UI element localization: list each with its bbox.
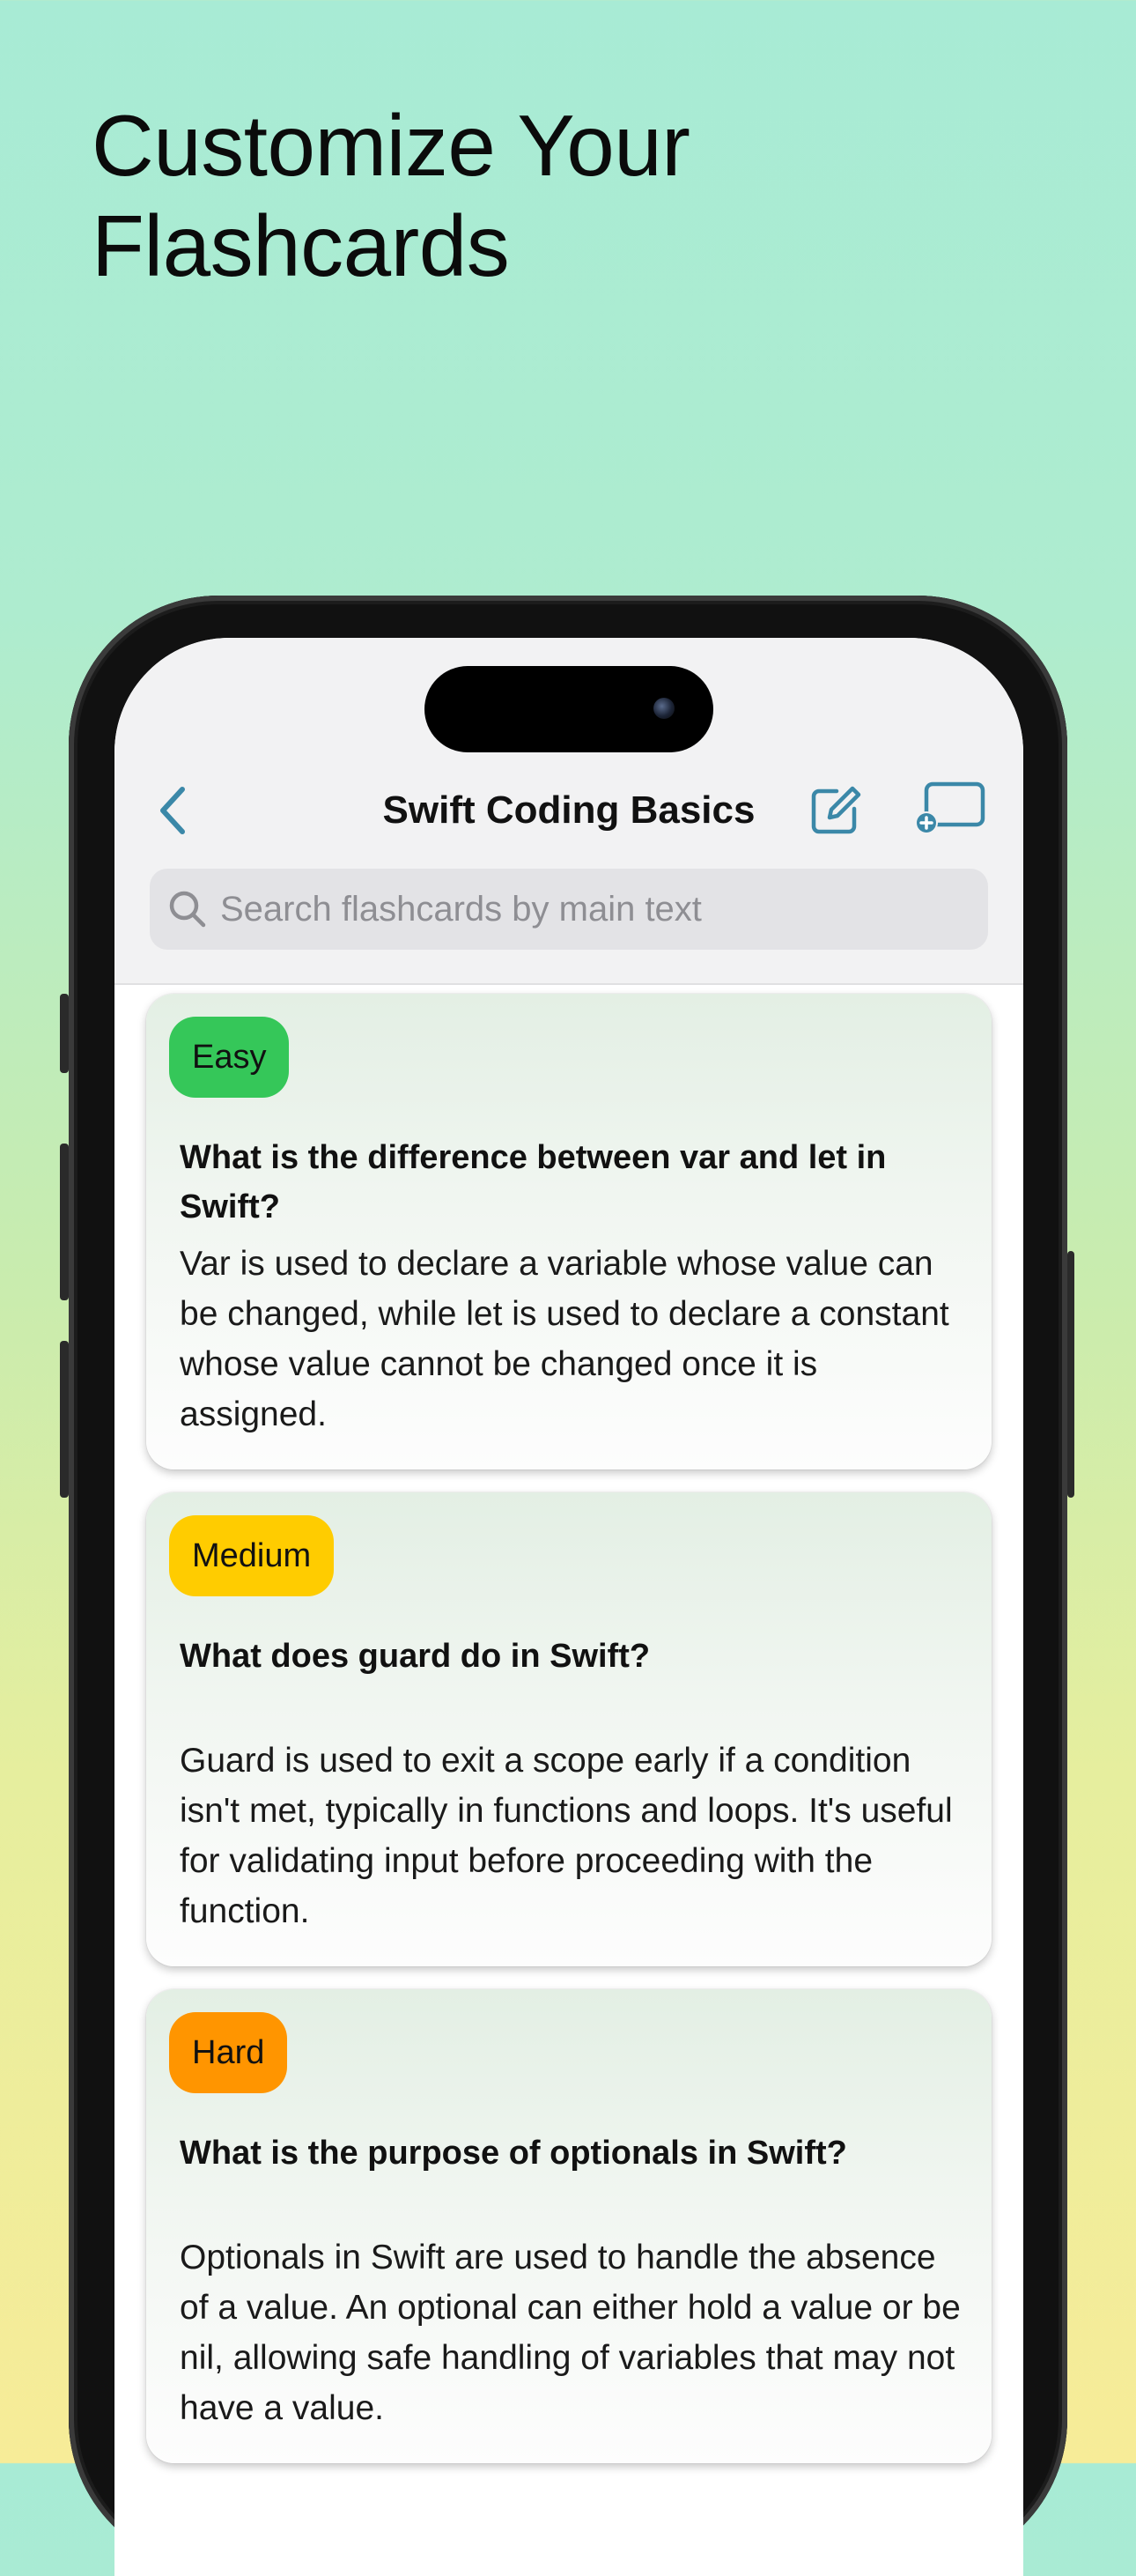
difficulty-label: Easy	[192, 1039, 267, 1076]
add-card-icon	[915, 781, 985, 834]
difficulty-badge: Easy	[169, 1017, 290, 1098]
phone-power-button	[1067, 1251, 1074, 1498]
difficulty-badge: Hard	[169, 2012, 288, 2093]
phone-volume-down-button	[60, 1341, 69, 1498]
phone-frame: Swift Coding Basics Search flashcards by…	[60, 596, 1074, 2576]
flashcard-list: Easy What is the difference between var …	[146, 994, 992, 2486]
chevron-left-icon	[160, 787, 185, 834]
promo-headline: Customize Your Flashcards	[92, 95, 690, 296]
promo-headline-line2: Flashcards	[92, 197, 510, 294]
phone-volume-up-button	[60, 1144, 69, 1300]
edit-button[interactable]	[807, 781, 865, 839]
flashcard-medium[interactable]: Medium What does guard do in Swift? Guar…	[146, 1492, 992, 1966]
add-card-button[interactable]	[912, 781, 986, 839]
flashcard-question: What is the difference between var and l…	[180, 1139, 887, 1225]
square-pencil-icon	[811, 786, 861, 834]
dynamic-island	[424, 666, 713, 752]
flashcard-question: What is the purpose of optionals in Swif…	[180, 2135, 847, 2172]
front-camera	[653, 698, 675, 719]
flashcard-answer: Var is used to declare a variable whose …	[180, 1245, 949, 1433]
phone-action-button	[60, 994, 69, 1073]
difficulty-label: Medium	[192, 1537, 312, 1574]
promo-headline-line1: Customize Your	[92, 97, 690, 194]
flashcard-easy[interactable]: Easy What is the difference between var …	[146, 994, 992, 1469]
back-button[interactable]	[146, 782, 199, 839]
difficulty-badge: Medium	[169, 1515, 335, 1596]
flashcard-question: What does guard do in Swift?	[180, 1638, 651, 1675]
app-screen: Swift Coding Basics Search flashcards by…	[114, 638, 1023, 2576]
search-bar[interactable]	[150, 869, 988, 950]
difficulty-label: Hard	[192, 2034, 265, 2071]
search-input[interactable]	[220, 889, 942, 929]
page-title: Swift Coding Basics	[382, 788, 756, 832]
flashcard-answer: Optionals in Swift are used to handle th…	[180, 2239, 961, 2427]
flashcard-hard[interactable]: Hard What is the purpose of optionals in…	[146, 1989, 992, 2463]
flashcard-answer: Guard is used to exit a scope early if a…	[180, 1742, 953, 1930]
search-icon	[169, 891, 206, 928]
